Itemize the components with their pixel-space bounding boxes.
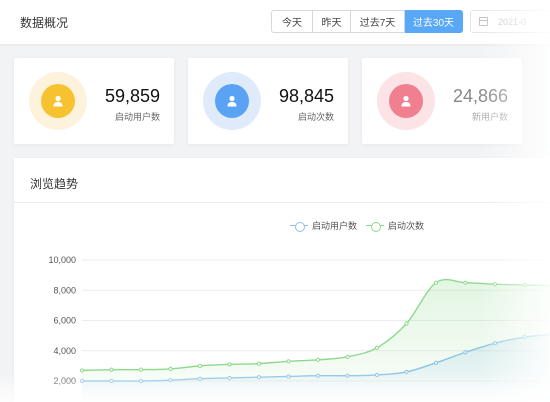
date-picker[interactable]: 2021-0 <box>470 10 550 33</box>
user-icon <box>41 84 75 118</box>
data-point[interactable] <box>227 362 232 367</box>
range-7days-button[interactable]: 过去7天 <box>351 10 405 33</box>
stat-icon-ring <box>203 72 261 130</box>
stat-value: 24,866 <box>452 86 508 106</box>
range-yesterday-button[interactable]: 昨天 <box>313 10 351 33</box>
stat-card-launch-users: 59,859 启动用户数 <box>14 58 174 144</box>
series-area <box>82 279 550 402</box>
user-icon <box>389 84 423 118</box>
data-point[interactable] <box>345 354 350 359</box>
y-tick-label: 2,000 <box>53 376 76 386</box>
user-icon <box>215 84 249 118</box>
y-tick-label: 4,000 <box>53 346 76 356</box>
y-tick-label: 8,000 <box>53 285 76 295</box>
date-picker-text: 2021-0 <box>498 16 527 27</box>
stat-card-launch-count: 98,845 启动次数 <box>188 58 348 144</box>
page-title: 数据概况 <box>20 16 69 30</box>
data-point[interactable] <box>463 280 468 285</box>
data-point[interactable] <box>256 361 262 366</box>
data-point[interactable] <box>404 321 409 326</box>
calendar-icon <box>479 17 488 26</box>
range-30days-button[interactable]: 过去30天 <box>405 10 463 33</box>
data-point[interactable] <box>433 280 439 285</box>
trend-chart: 10,000 8,000 6,000 4,000 2,000 <box>48 255 550 402</box>
data-point[interactable] <box>79 368 85 373</box>
stat-label: 启动次数 <box>297 112 334 122</box>
data-point[interactable] <box>168 366 173 371</box>
stat-icon-ring <box>377 72 435 130</box>
stat-value: 98,845 <box>278 86 334 106</box>
y-tick-label: 10,000 <box>48 255 76 265</box>
data-point[interactable] <box>197 363 203 368</box>
stat-card-new-users: 24,866 新用户数 <box>362 58 522 144</box>
data-point[interactable] <box>109 367 114 372</box>
range-today-button[interactable]: 今天 <box>271 10 313 33</box>
data-point[interactable] <box>374 345 380 350</box>
date-range-tabs: 今天 昨天 过去7天 过去30天 <box>271 10 463 33</box>
data-point[interactable] <box>522 282 527 288</box>
stat-value: 59,859 <box>104 86 160 106</box>
stat-label: 启动用户数 <box>114 112 160 122</box>
stat-icon-ring <box>29 72 87 130</box>
data-point[interactable] <box>138 367 144 372</box>
stat-label: 新用户数 <box>471 112 508 122</box>
data-point[interactable] <box>492 282 498 287</box>
trend-panel: 浏览趋势 启动用户数 启动次数 10,000 8,000 6,000 4,000 2,0… <box>14 158 550 402</box>
y-tick-label: 6,000 <box>53 316 76 326</box>
top-header: 数据概况 今天 昨天 过去7天 过去30天 2021-0 <box>0 0 550 44</box>
data-point[interactable] <box>315 357 321 362</box>
data-point[interactable] <box>286 359 291 364</box>
